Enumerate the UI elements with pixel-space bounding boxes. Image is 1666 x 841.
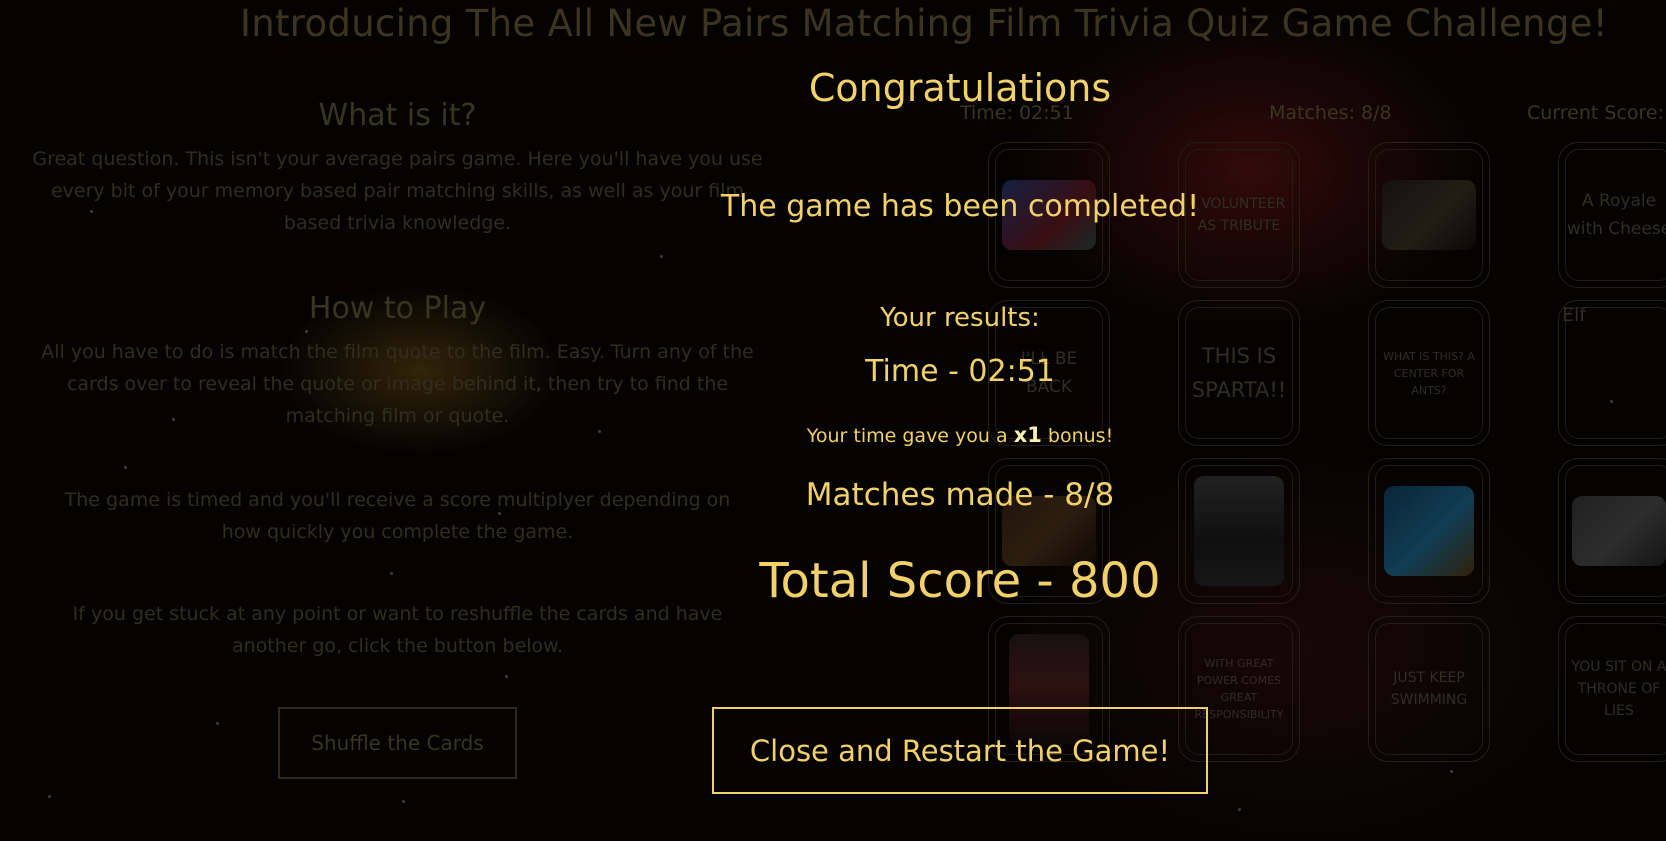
results-modal: Congratulations The game has been comple…	[0, 0, 1666, 841]
results-label: Your results:	[880, 303, 1040, 333]
bonus-multiplier: x1	[1013, 423, 1042, 447]
close-restart-button[interactable]: Close and Restart the Game!	[712, 707, 1208, 794]
bonus-prefix: Your time gave you a	[806, 425, 1008, 447]
result-time: Time - 02:51	[865, 354, 1055, 389]
time-bonus-message: Your time gave you a x1 bonus!	[710, 423, 1210, 447]
bonus-suffix: bonus!	[1047, 425, 1114, 447]
total-score: Total Score - 800	[759, 553, 1161, 609]
modal-heading: Congratulations	[808, 66, 1112, 110]
game-completed-message: The game has been completed!	[720, 189, 1200, 224]
result-matches: Matches made - 8/8	[805, 477, 1115, 513]
